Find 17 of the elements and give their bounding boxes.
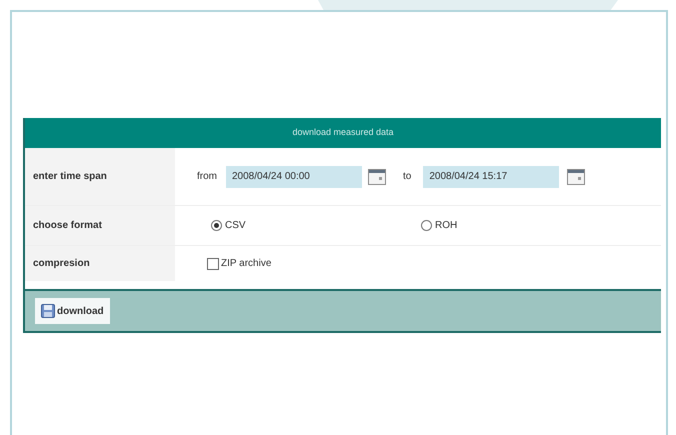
from-date-field[interactable]: 2008/04/24 00:00 bbox=[226, 166, 362, 188]
download-button[interactable]: download bbox=[35, 298, 110, 324]
radio-label: ROH bbox=[435, 219, 458, 233]
from-label: from bbox=[197, 170, 217, 184]
panel-title: download measured data bbox=[292, 126, 394, 140]
calendar-icon[interactable] bbox=[567, 168, 586, 184]
radio-button[interactable] bbox=[211, 220, 222, 231]
row-label: enter time span bbox=[33, 170, 107, 184]
to-date-field[interactable]: 2008/04/24 15:17 bbox=[423, 166, 560, 188]
radio-label: CSV bbox=[225, 219, 246, 233]
row-label: compresion bbox=[33, 257, 90, 271]
calendar-icon[interactable] bbox=[368, 168, 386, 184]
checkbox[interactable] bbox=[207, 258, 219, 270]
to-label: to bbox=[403, 170, 412, 184]
checkbox-label: ZIP archive bbox=[221, 257, 272, 271]
radio-button[interactable] bbox=[421, 220, 432, 231]
row-label: choose format bbox=[33, 219, 102, 233]
